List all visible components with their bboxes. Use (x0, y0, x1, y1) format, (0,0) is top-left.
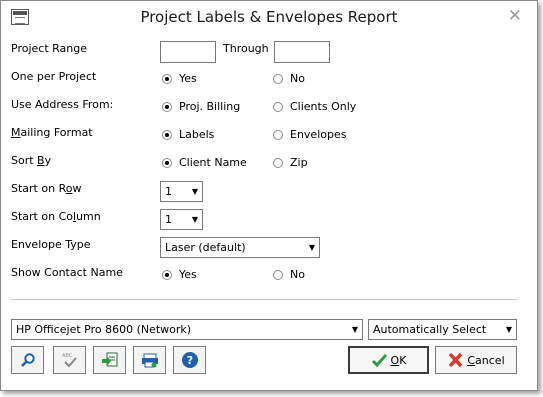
project-range-from-input[interactable] (160, 41, 216, 63)
radio-selected-icon (162, 157, 172, 168)
mailing-format-label: Mailing Format (11, 126, 93, 139)
start-column-value: 1 (165, 213, 172, 226)
export-icon (101, 352, 117, 367)
start-on-row-label: Start on Row (11, 182, 82, 195)
preview-button[interactable] (11, 346, 44, 374)
checkmark-icon (371, 353, 387, 367)
printer-setup-button[interactable] (133, 346, 166, 374)
format-envelopes-radio[interactable]: Envelopes (273, 128, 346, 141)
contact-yes-radio[interactable]: Yes (162, 268, 197, 281)
magnifier-icon (20, 353, 35, 367)
paper-tray-select[interactable]: Automatically Select ▼ (368, 319, 517, 340)
one-per-project-label: One per Project (11, 70, 97, 83)
cancel-x-icon (449, 352, 463, 368)
radio-label: Client Name (179, 156, 247, 169)
address-proj-billing-radio[interactable]: Proj. Billing (162, 100, 240, 113)
radio-label: Proj. Billing (179, 100, 241, 113)
radio-label: Clients Only (290, 100, 357, 113)
close-icon[interactable]: ✕ (508, 6, 522, 26)
project-range-through-input[interactable] (274, 41, 330, 63)
radio-label: Envelopes (290, 128, 347, 141)
dialog-title: Project Labels & Envelopes Report (140, 8, 398, 26)
radio-unselected-icon (273, 129, 283, 140)
sort-client-name-radio[interactable]: Client Name (162, 156, 247, 169)
radio-selected-icon (162, 101, 172, 112)
report-dialog: Project Labels & Envelopes Report ✕ Proj… (0, 0, 538, 391)
contact-no-radio[interactable]: No (273, 268, 305, 281)
chevron-down-icon: ▼ (308, 243, 315, 252)
envelope-type-select[interactable]: Laser (default) ▼ (160, 237, 320, 258)
use-address-from-label: Use Address From: (11, 98, 114, 111)
start-column-select[interactable]: 1 ▼ (160, 209, 203, 230)
export-button[interactable] (93, 346, 126, 374)
start-row-value: 1 (165, 185, 172, 198)
through-label: Through (223, 42, 269, 55)
cancel-label: Cancel (467, 353, 505, 367)
svg-text:?: ? (186, 354, 192, 367)
radio-label: Zip (290, 156, 308, 169)
radio-selected-icon (162, 73, 172, 84)
ok-label: OK (390, 353, 407, 367)
envelope-type-value: Laser (default) (165, 241, 246, 254)
radio-selected-icon (162, 129, 172, 140)
cancel-button[interactable]: Cancel (435, 346, 517, 374)
start-on-column-label: Start on Column (11, 210, 101, 223)
spellcheck-button[interactable]: ABC (53, 346, 86, 374)
spellcheck-icon: ABC (62, 353, 77, 368)
printer-name: HP Officejet Pro 8600 (Network) (16, 323, 192, 336)
sort-by-label: Sort By (11, 154, 52, 167)
radio-selected-icon (162, 269, 172, 280)
address-clients-only-radio[interactable]: Clients Only (273, 100, 356, 113)
radio-label: No (290, 72, 305, 85)
help-icon: ? (181, 352, 198, 368)
radio-label: Yes (179, 268, 197, 281)
project-range-label: Project Range (11, 42, 87, 55)
envelope-type-label: Envelope Type (11, 238, 91, 251)
show-contact-name-label: Show Contact Name (11, 266, 123, 279)
radio-unselected-icon (273, 73, 283, 84)
divider (11, 299, 517, 300)
radio-unselected-icon (273, 101, 283, 112)
radio-label: Yes (179, 72, 197, 85)
ok-button[interactable]: OK (348, 346, 429, 374)
chevron-down-icon: ▼ (191, 187, 198, 196)
one-per-project-no-radio[interactable]: No (273, 72, 305, 85)
format-labels-radio[interactable]: Labels (162, 128, 214, 141)
title-bar: Project Labels & Envelopes Report ✕ (1, 1, 537, 33)
svg-text:ABC: ABC (62, 353, 73, 359)
printer-select[interactable]: HP Officejet Pro 8600 (Network) ▼ (11, 319, 363, 340)
radio-unselected-icon (273, 269, 283, 280)
paper-tray-value: Automatically Select (373, 323, 487, 336)
sort-zip-radio[interactable]: Zip (273, 156, 308, 169)
one-per-project-yes-radio[interactable]: Yes (162, 72, 197, 85)
help-button[interactable]: ? (173, 346, 206, 374)
chevron-down-icon: ▼ (191, 215, 198, 224)
radio-unselected-icon (273, 157, 283, 168)
start-row-select[interactable]: 1 ▼ (160, 181, 203, 202)
radio-label: Labels (179, 128, 215, 141)
chevron-down-icon: ▼ (505, 325, 512, 334)
chevron-down-icon: ▼ (351, 325, 358, 334)
printer-setup-icon (141, 353, 158, 368)
radio-label: No (290, 268, 305, 281)
